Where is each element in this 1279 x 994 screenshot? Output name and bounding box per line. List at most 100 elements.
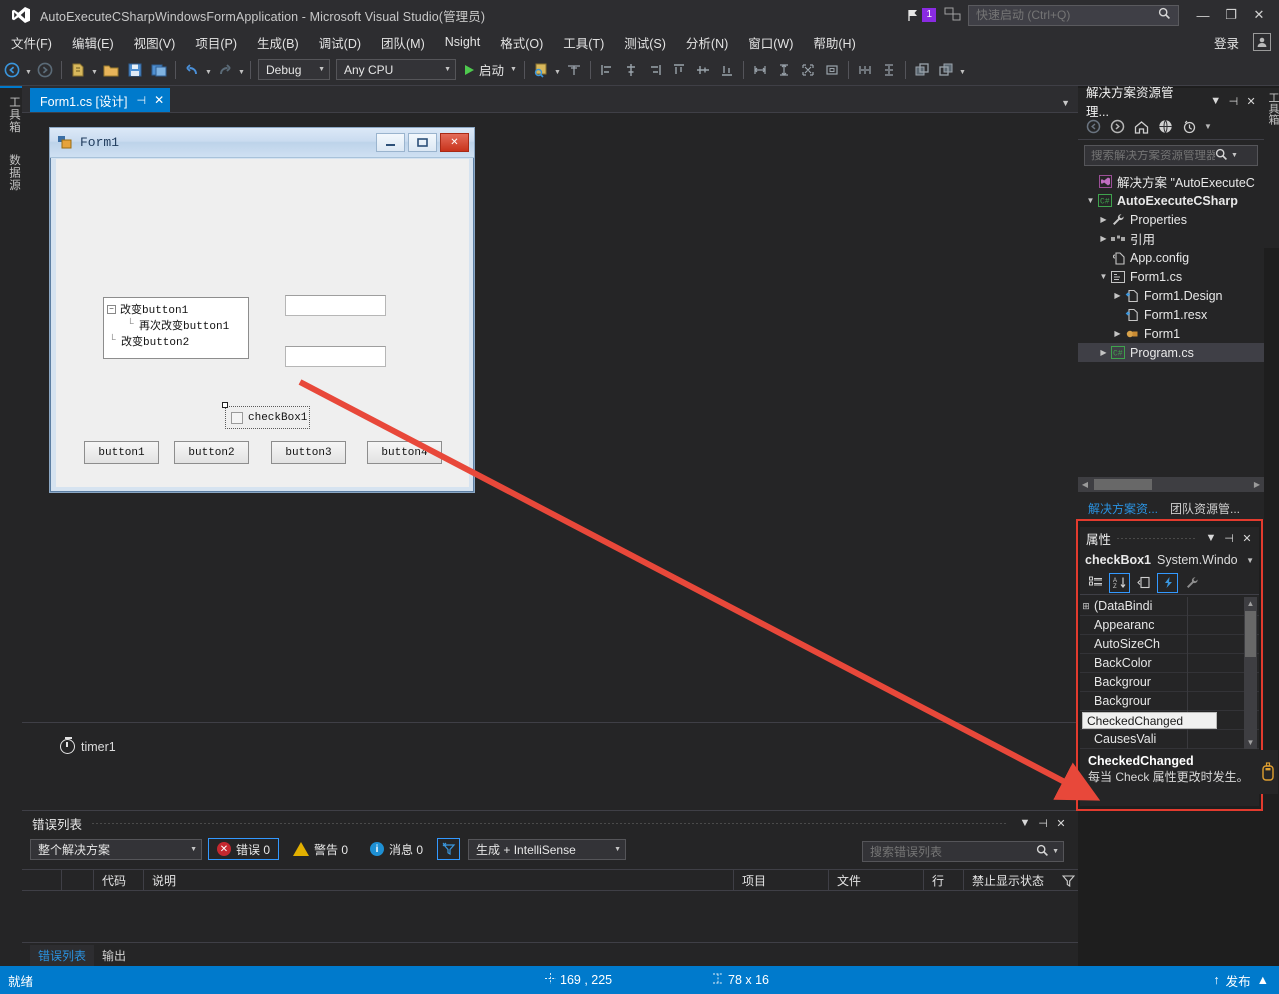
tab-output[interactable]: 输出 <box>94 945 134 966</box>
menu-analyze[interactable]: 分析(N) <box>677 31 737 54</box>
menu-tools[interactable]: 工具(T) <box>554 31 613 54</box>
tree-item-form1-cs[interactable]: ▼ Form1.cs <box>1078 267 1264 286</box>
menu-format[interactable]: 格式(O) <box>491 31 552 54</box>
resize-handle[interactable] <box>222 402 228 408</box>
scroll-right-icon[interactable]: ▶ <box>1250 480 1264 489</box>
menu-edit[interactable]: 编辑(E) <box>63 31 123 54</box>
properties-vertical-scrollbar[interactable]: ▲ ▼ <box>1244 597 1257 749</box>
form1-close-button[interactable]: ✕ <box>440 133 469 152</box>
make-vertical-spacing-equal-icon[interactable] <box>878 58 900 82</box>
pin-icon[interactable]: ⊣ <box>1225 91 1243 111</box>
property-row[interactable]: ⊞ (DataBindi <box>1080 597 1259 616</box>
textbox1[interactable] <box>285 295 386 316</box>
tree-item-app-config[interactable]: App.config <box>1078 248 1264 267</box>
find-in-files-icon[interactable] <box>530 58 552 82</box>
tree-item-project[interactable]: ▼ C# AutoExecuteCSharp <box>1078 191 1264 210</box>
build-intellisense-combo[interactable]: 生成 + IntelliSense ▼ <box>468 838 627 860</box>
column-blank[interactable] <box>22 869 62 891</box>
publish-up-icon[interactable]: ↑ <box>1213 973 1219 987</box>
back-icon[interactable] <box>1082 116 1104 138</box>
quick-launch-input[interactable] <box>976 8 1158 22</box>
treeview-node-root[interactable]: − 改变button1 <box>107 301 248 317</box>
properties-object-combo[interactable]: checkBox1 System.Windo ▼ <box>1080 549 1259 571</box>
expander-icon[interactable]: ▼ <box>1084 196 1097 205</box>
bring-to-front-icon[interactable] <box>911 58 933 82</box>
solution-explorer-search-box[interactable]: ▼ <box>1084 145 1258 166</box>
sign-in-link[interactable]: 登录 <box>1214 33 1239 52</box>
component-timer1[interactable]: timer1 <box>60 736 116 754</box>
scroll-up-icon[interactable]: ▲ <box>1244 597 1257 610</box>
navigate-backward-dropdown-icon[interactable]: ▼ <box>24 58 33 82</box>
property-row[interactable]: AutoSizeCh <box>1080 635 1259 654</box>
solution-explorer-search-input[interactable] <box>1091 149 1215 162</box>
close-icon[interactable]: ✕ <box>1238 528 1256 548</box>
navigate-backward-icon[interactable] <box>1 58 23 82</box>
align-to-grid-icon[interactable] <box>563 58 585 82</box>
redo-dropdown-icon[interactable]: ▼ <box>237 58 246 82</box>
error-list-search-box[interactable]: ▼ <box>862 841 1064 862</box>
error-scope-combo[interactable]: 整个解决方案 ▼ <box>30 838 202 860</box>
pin-icon[interactable]: ⊣ <box>137 94 147 107</box>
solution-configuration-combo[interactable]: Debug ▼ <box>258 59 330 80</box>
errors-filter-button[interactable]: ✕ 错误 0 <box>208 838 280 860</box>
column-file[interactable]: 文件 <box>829 869 924 891</box>
treeview1[interactable]: − 改变button1 └ 再次改变button1 └ 改变button2 <box>103 297 249 359</box>
form1-client-area[interactable]: − 改变button1 └ 再次改变button1 └ 改变button2 ch… <box>56 159 469 487</box>
save-all-icon[interactable] <box>148 58 170 82</box>
treeview-node-child[interactable]: └ 再次改变button1 <box>107 317 248 333</box>
events-button[interactable] <box>1157 572 1178 593</box>
undo-icon[interactable] <box>181 58 203 82</box>
align-bottoms-icon[interactable] <box>716 58 738 82</box>
property-row[interactable]: Backgrour <box>1080 673 1259 692</box>
panel-menu-icon[interactable]: ▼ <box>1207 91 1225 111</box>
column-severity[interactable] <box>62 869 94 891</box>
clear-filter-button[interactable] <box>437 838 461 860</box>
menu-debug[interactable]: 调试(D) <box>310 31 370 54</box>
scroll-left-icon[interactable]: ◀ <box>1078 480 1092 489</box>
pin-icon[interactable]: ⊣ <box>1220 528 1238 548</box>
expander-icon[interactable]: ▶ <box>1111 291 1124 300</box>
messages-filter-button[interactable]: i 消息 0 <box>362 838 431 860</box>
tab-error-list[interactable]: 错误列表 <box>30 945 95 966</box>
tree-item-program-cs[interactable]: ▶ C# Program.cs <box>1078 343 1264 362</box>
warnings-filter-button[interactable]: 警告 0 <box>285 838 356 860</box>
chevron-down-icon[interactable]: ▼ <box>1231 152 1238 159</box>
scroll-down-icon[interactable]: ▼ <box>1244 736 1257 749</box>
expander-icon[interactable]: ▶ <box>1097 215 1110 224</box>
tab-team-explorer[interactable]: 团队资源管... <box>1166 498 1244 519</box>
close-icon[interactable]: ✕ <box>154 93 164 107</box>
align-tops-icon[interactable] <box>668 58 690 82</box>
column-line[interactable]: 行 <box>924 869 964 891</box>
pending-changes-icon[interactable] <box>1178 116 1200 138</box>
size-to-grid-icon[interactable] <box>797 58 819 82</box>
navigate-forward-icon[interactable] <box>34 58 56 82</box>
start-debugging-button[interactable]: 启动 ▼ <box>459 60 520 79</box>
menu-test[interactable]: 测试(S) <box>615 31 675 54</box>
home-icon[interactable] <box>1130 116 1152 138</box>
close-icon[interactable]: ✕ <box>1242 91 1260 111</box>
quick-launch-box[interactable] <box>968 4 1179 26</box>
treeview-node-sibling[interactable]: └ 改变button2 <box>107 333 248 349</box>
expander-icon[interactable]: ▶ <box>1111 329 1124 338</box>
align-rights-icon[interactable] <box>644 58 666 82</box>
new-project-dropdown-icon[interactable]: ▼ <box>90 58 99 82</box>
textbox2[interactable] <box>285 346 386 367</box>
component-tray[interactable]: timer1 <box>22 722 1078 810</box>
find-dropdown-icon[interactable]: ▼ <box>553 58 562 82</box>
column-suppression-state[interactable]: 禁止显示状态 <box>964 869 1054 891</box>
property-row[interactable]: Backgrour <box>1080 692 1259 711</box>
button4[interactable]: button4 <box>367 441 442 464</box>
chevron-down-icon[interactable]: ▼ <box>1246 556 1259 565</box>
menu-build[interactable]: 生成(B) <box>248 31 308 54</box>
menu-help[interactable]: 帮助(H) <box>804 31 864 54</box>
menu-view[interactable]: 视图(V) <box>125 31 185 54</box>
panel-menu-icon[interactable]: ▼ <box>1016 813 1034 833</box>
save-icon[interactable] <box>124 58 146 82</box>
properties-button[interactable] <box>1133 573 1154 593</box>
expander-icon[interactable]: ▼ <box>1097 272 1110 281</box>
make-same-width-icon[interactable] <box>749 58 771 82</box>
forward-icon[interactable] <box>1106 116 1128 138</box>
menu-project[interactable]: 项目(P) <box>186 31 246 54</box>
publish-caret-icon[interactable]: ▲ <box>1257 973 1269 987</box>
notifications-button[interactable]: 1 <box>907 8 936 22</box>
